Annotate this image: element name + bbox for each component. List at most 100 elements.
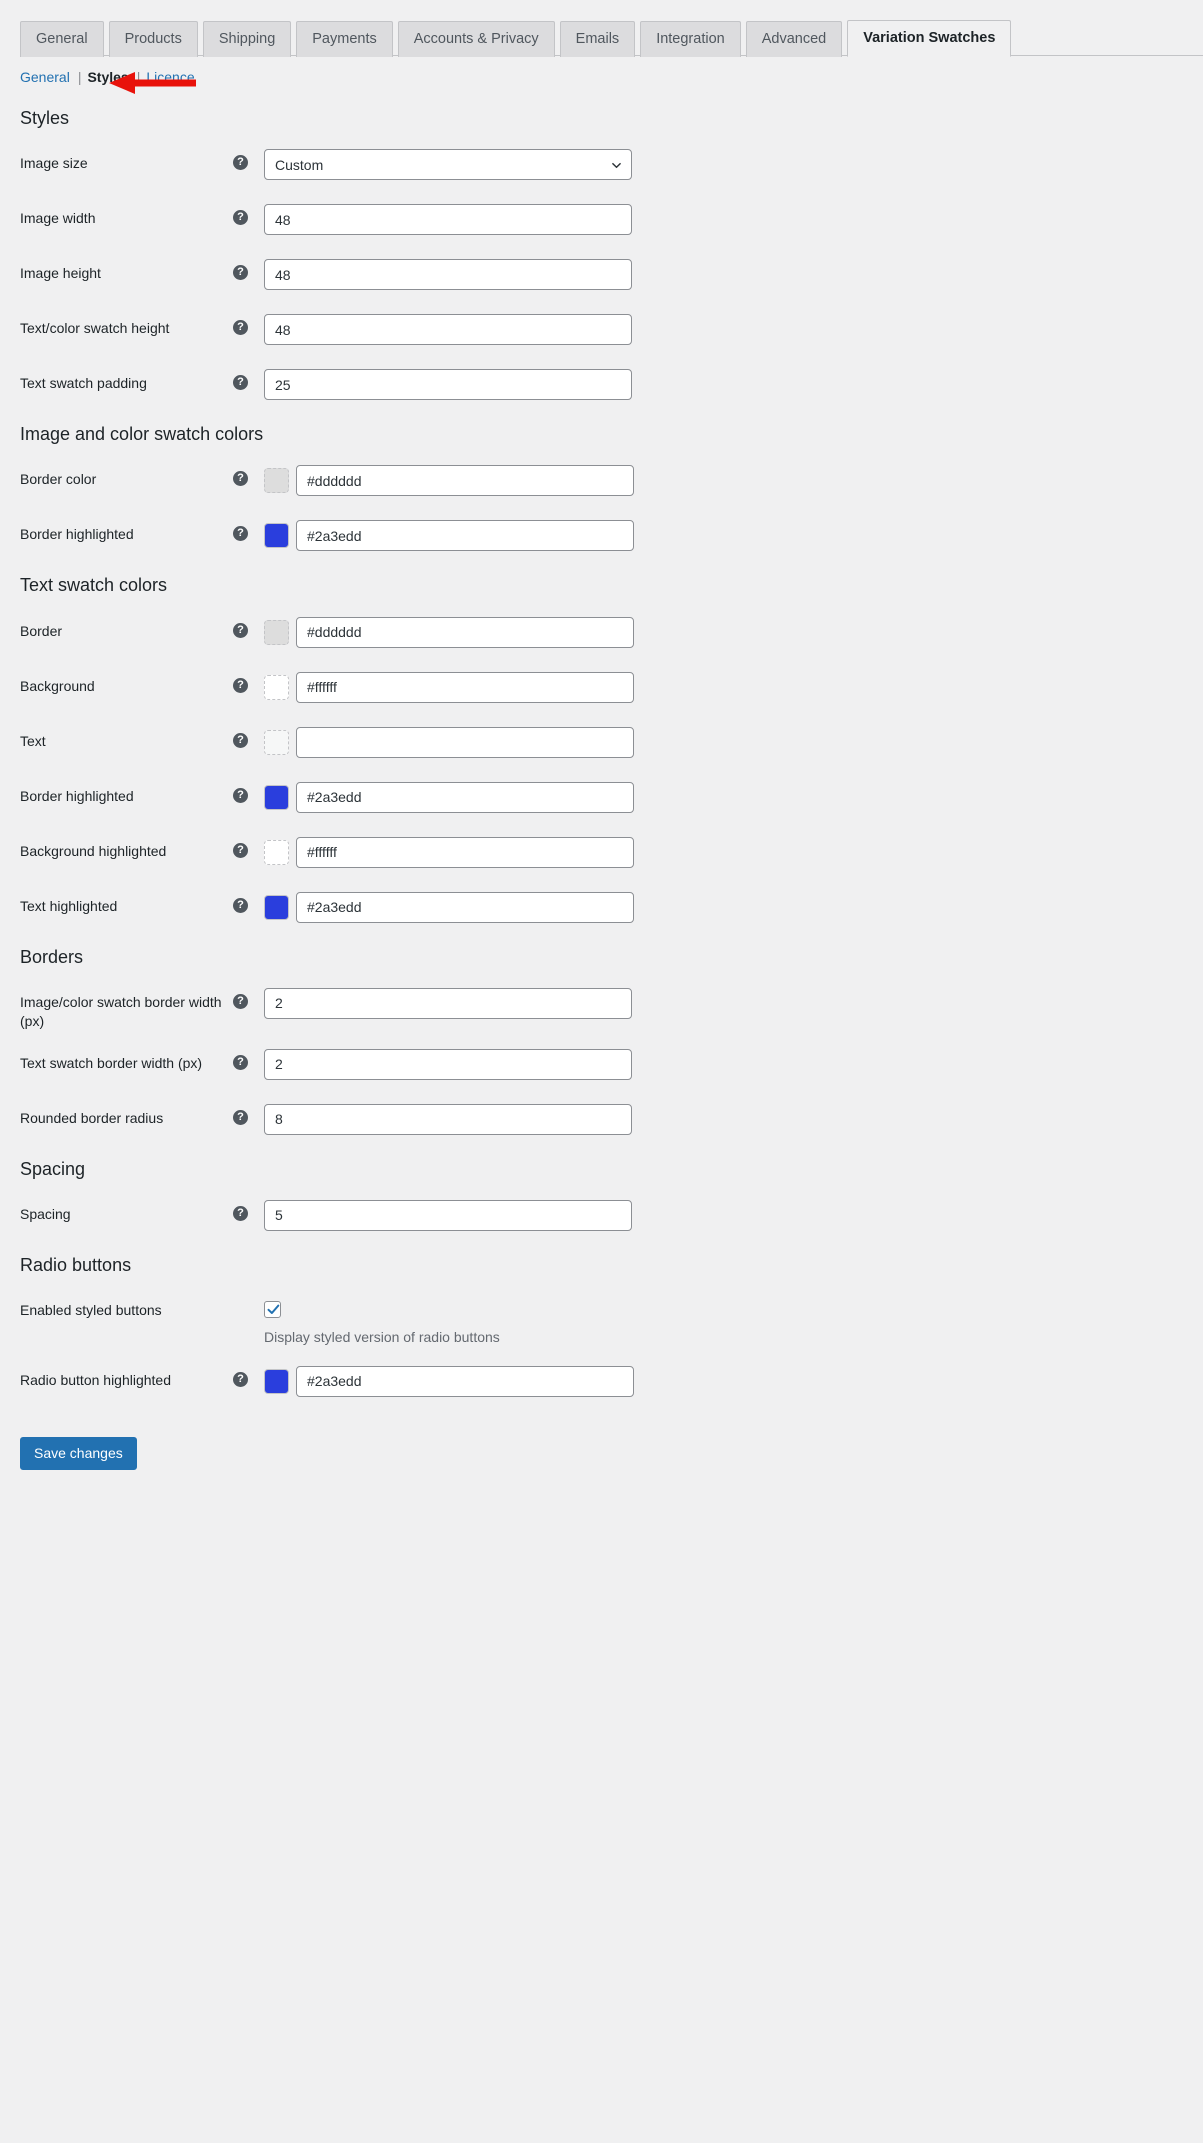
form-row-radio-button-highlighted: Radio button highlighted? (20, 1348, 1203, 1403)
help-tooltip-icon[interactable]: ? (233, 320, 248, 336)
color-swatch-border[interactable] (264, 619, 289, 645)
color-swatch-background-highlighted[interactable] (264, 839, 289, 865)
field-slot (264, 671, 1203, 703)
help-tooltip-icon[interactable]: ? (233, 471, 248, 487)
form-row-text-swatch-padding: Text swatch padding? (20, 351, 1203, 406)
field-label: Enabled styled buttons (20, 1301, 162, 1318)
field-slot (264, 204, 1203, 236)
color-swatch-border-color[interactable] (264, 468, 289, 494)
help-tooltip-icon[interactable]: ? (233, 210, 248, 226)
field-slot (264, 781, 1203, 813)
input-rounded-border-radius[interactable] (264, 1103, 632, 1135)
section-title-spacing: Spacing (20, 1158, 86, 1179)
help-slot: ? (233, 204, 264, 226)
help-slot: ? (233, 1104, 264, 1125)
tab-shipping[interactable]: Shipping (202, 20, 292, 57)
help-slot: ? (233, 988, 264, 1009)
color-input-background-highlighted[interactable] (296, 836, 634, 868)
help-slot: ? (233, 520, 264, 542)
form-row-rounded-border-radius: Rounded border radius? (20, 1086, 1203, 1141)
help-slot: ? (233, 1200, 264, 1221)
tab-accounts-privacy[interactable]: Accounts & Privacy (397, 20, 555, 57)
help-tooltip-icon[interactable]: ? (233, 1371, 248, 1387)
tab-emails[interactable]: Emails (559, 20, 636, 57)
input-image-height[interactable] (264, 259, 632, 291)
field-slot (264, 259, 1203, 291)
field-slot: Custom (264, 149, 1203, 181)
field-label: Text swatch padding (20, 375, 147, 392)
help-tooltip-icon[interactable]: ? (233, 622, 248, 638)
field-slot (264, 520, 1203, 552)
field-label: Background highlighted (20, 842, 167, 859)
form-row-background: Background? (20, 654, 1203, 709)
color-input-border[interactable] (296, 616, 634, 648)
tab-general[interactable]: General (20, 20, 104, 57)
help-tooltip-icon[interactable]: ? (233, 842, 248, 858)
tab-payments[interactable]: Payments (296, 20, 393, 57)
help-tooltip-icon[interactable]: ? (233, 1205, 248, 1221)
color-input-background[interactable] (296, 671, 634, 703)
tab-integration[interactable]: Integration (640, 20, 741, 57)
checkbox-enabled-styled-buttons[interactable] (264, 1300, 281, 1318)
subnav-item-general[interactable]: General (20, 70, 70, 84)
field-label: Text swatch border width (px) (20, 1054, 203, 1071)
help-tooltip-icon[interactable]: ? (233, 897, 248, 913)
color-input-text[interactable] (296, 726, 634, 758)
form-row-text: Text? (20, 709, 1203, 764)
section-title-borders: Borders (20, 946, 84, 967)
input-image-color-swatch-border-width-px[interactable] (264, 987, 632, 1019)
subnav-separator: | (77, 69, 82, 85)
help-tooltip-icon[interactable]: ? (233, 155, 248, 171)
form-row-border-highlighted: Border highlighted? (20, 502, 1203, 557)
form-row-border-color: Border color? (20, 447, 1203, 502)
tab-products[interactable]: Products (108, 20, 198, 57)
color-input-text-highlighted[interactable] (296, 891, 634, 923)
form-footer: Save changes (0, 1403, 1203, 1470)
field-slot (264, 1103, 1203, 1135)
help-tooltip-icon[interactable]: ? (233, 375, 248, 391)
input-text-swatch-padding[interactable] (264, 369, 632, 401)
color-swatch-text[interactable] (264, 729, 289, 755)
field-label: Border color (20, 471, 97, 488)
tab-advanced[interactable]: Advanced (745, 20, 843, 57)
help-tooltip-icon[interactable]: ? (233, 732, 248, 748)
settings-form: StylesImage size?CustomImage width?Image… (0, 86, 1203, 1403)
input-spacing[interactable] (264, 1199, 632, 1231)
color-swatch-border-highlighted[interactable] (264, 523, 289, 549)
help-tooltip-icon[interactable]: ? (233, 1054, 248, 1070)
color-swatch-background[interactable] (264, 674, 289, 700)
help-tooltip-icon[interactable]: ? (233, 677, 248, 693)
save-changes-button[interactable]: Save changes (20, 1436, 137, 1470)
help-tooltip-icon[interactable]: ? (233, 1109, 248, 1125)
select-image-size[interactable]: Custom (264, 149, 632, 181)
subnav-separator: | (136, 69, 141, 85)
input-text-swatch-border-width-px[interactable] (264, 1048, 632, 1080)
subnav-item-styles[interactable]: Styles (87, 70, 128, 84)
field-slot (264, 616, 1203, 648)
color-input-border-highlighted[interactable] (296, 781, 634, 813)
checkmark-icon (267, 1304, 280, 1314)
field-label: Text highlighted (20, 897, 118, 914)
field-slot (264, 369, 1203, 401)
help-tooltip-icon[interactable]: ? (233, 265, 248, 281)
help-tooltip-icon[interactable]: ? (233, 526, 248, 542)
help-slot: ? (233, 1049, 264, 1070)
color-input-border-color[interactable] (296, 465, 634, 497)
color-input-radio-button-highlighted[interactable] (296, 1365, 634, 1397)
help-tooltip-icon[interactable]: ? (233, 993, 248, 1009)
help-tooltip-icon[interactable]: ? (233, 787, 248, 803)
input-image-width[interactable] (264, 204, 632, 236)
field-label: Text (20, 732, 46, 749)
input-text-color-swatch-height[interactable] (264, 314, 632, 346)
subnav-item-licence[interactable]: Licence (146, 70, 194, 84)
field-label: Spacing (20, 1205, 71, 1222)
color-swatch-text-highlighted[interactable] (264, 894, 289, 920)
form-row-text-color-swatch-height: Text/color swatch height? (20, 296, 1203, 351)
color-input-border-highlighted[interactable] (296, 520, 634, 552)
color-swatch-border-highlighted[interactable] (264, 784, 289, 810)
color-swatch-radio-button-highlighted[interactable] (264, 1368, 289, 1394)
tab-variation-swatches[interactable]: Variation Swatches (847, 19, 1012, 57)
help-slot (233, 1296, 264, 1302)
help-slot: ? (233, 369, 264, 391)
section-title-styles: Styles (20, 108, 70, 128)
